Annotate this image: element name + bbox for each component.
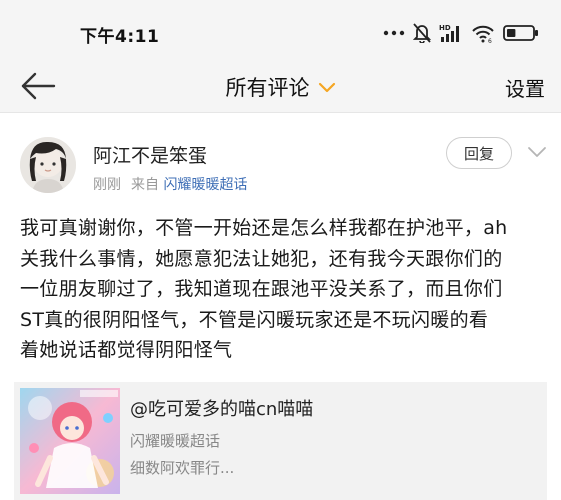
hd-signal-icon: HD bbox=[439, 23, 463, 43]
wifi-icon: 6 bbox=[471, 23, 495, 43]
reply-button[interactable]: 回复 bbox=[446, 137, 512, 169]
quoted-post-thumbnail bbox=[20, 388, 120, 494]
comment-time: 刚刚 bbox=[93, 177, 121, 193]
status-time: 下午4:11 bbox=[80, 27, 160, 47]
svg-text:HD: HD bbox=[439, 24, 451, 32]
comment-text: 我可真谢谢你，不管一开始还是怎么样我都在护池平，ah 关我什么事情，她愿意犯法让… bbox=[20, 213, 544, 366]
battery-icon bbox=[503, 24, 539, 42]
quoted-post-author: @吃可爱多的喵cn喵喵 bbox=[130, 399, 314, 420]
username[interactable]: 阿江不是笨蛋 bbox=[93, 141, 207, 168]
chevron-down-icon bbox=[318, 75, 336, 99]
comment-line: 着她说话都觉得阴阳怪气 bbox=[20, 339, 233, 361]
comment-line: 我可真谢谢你，不管一开始还是怎么样我都在护池平，ah bbox=[20, 217, 508, 239]
nav-bar: 所有评论 设置 bbox=[0, 64, 561, 112]
source-link[interactable]: 闪耀暖暖超话 bbox=[163, 177, 247, 193]
chevron-down-icon bbox=[526, 147, 548, 167]
more-dots-icon bbox=[383, 30, 405, 36]
svg-text:6: 6 bbox=[488, 38, 492, 43]
status-bar: 下午4:11 HD 6 bbox=[0, 0, 561, 64]
quoted-post-topic: 闪耀暖暖超话 bbox=[130, 432, 221, 450]
quoted-post-excerpt: 细数阿欢罪行... bbox=[130, 459, 235, 477]
mute-bell-icon bbox=[413, 23, 431, 43]
status-icons: HD 6 bbox=[383, 22, 539, 44]
page-title: 所有评论 bbox=[225, 76, 310, 100]
quoted-post-card[interactable]: @吃可爱多的喵cn喵喵 闪耀暖暖超话 细数阿欢罪行... bbox=[14, 382, 547, 500]
comment-line: 一位朋友聊过了，我知道现在跟池平没关系了，而且你们 bbox=[20, 278, 503, 300]
comment-line: ST真的很阴阳怪气，不管是闪暖玩家还是不玩闪暖的看 bbox=[20, 308, 489, 331]
more-options-button[interactable] bbox=[526, 141, 548, 163]
comment-meta: 刚刚 来自 闪耀暖暖超话 bbox=[93, 174, 247, 194]
avatar[interactable] bbox=[20, 137, 76, 193]
comment-filter-dropdown[interactable]: 所有评论 bbox=[226, 72, 336, 102]
source-prefix: 来自 bbox=[131, 177, 159, 193]
settings-button[interactable]: 设置 bbox=[505, 73, 545, 102]
divider bbox=[0, 112, 561, 113]
comment-line: 关我什么事情，她愿意犯法让她犯，还有我今天跟你们的 bbox=[20, 247, 503, 270]
